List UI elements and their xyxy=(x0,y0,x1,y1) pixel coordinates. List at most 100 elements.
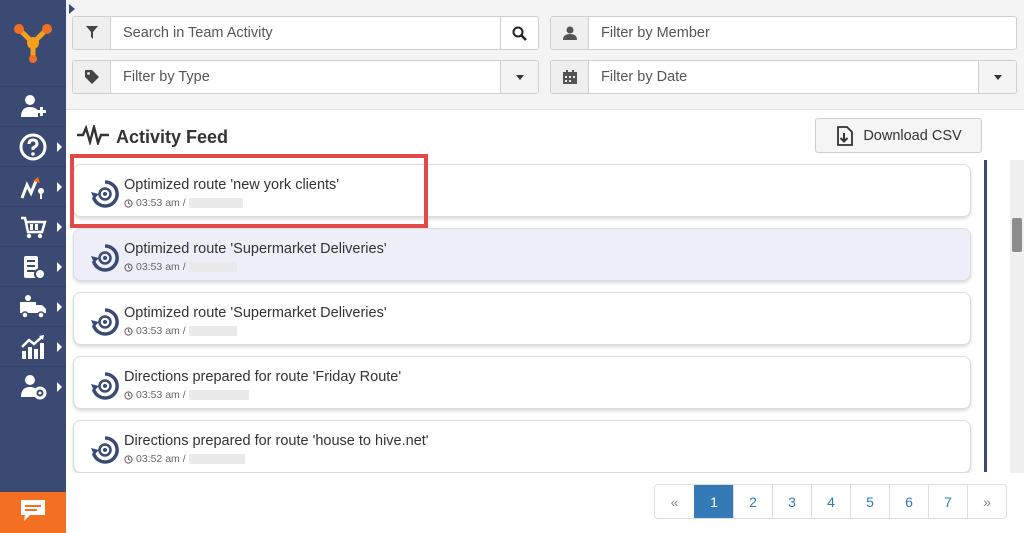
sidebar-item-fleet[interactable] xyxy=(0,286,66,326)
feed-item-meta: 03:53 am / xyxy=(124,325,237,337)
date-dropdown-toggle[interactable] xyxy=(978,61,1016,93)
expand-caret-icon xyxy=(57,342,62,352)
redacted-user xyxy=(188,262,237,272)
sidebar-item-team-settings[interactable] xyxy=(0,366,66,406)
feed-item-title: Directions prepared for route 'Friday Ro… xyxy=(124,369,402,385)
pagination-page[interactable]: 7 xyxy=(928,485,967,518)
pagination: «1 2 3 4 5 6 7» xyxy=(654,484,1007,519)
tag-icon xyxy=(73,61,111,93)
collapse-arrow-icon[interactable] xyxy=(69,4,75,14)
funnel-icon xyxy=(73,17,111,49)
expand-caret-icon xyxy=(57,302,62,312)
calendar-icon xyxy=(551,61,589,93)
fleet-icon xyxy=(18,292,48,322)
member-filter-group: Filter by Member xyxy=(550,16,1017,50)
expand-caret-icon xyxy=(57,382,62,392)
feed-item-title: Optimized route 'Supermarket Deliveries' xyxy=(124,241,387,257)
feed-timeline-line xyxy=(984,160,987,472)
main-content: Search in Team Activity Filter by Member… xyxy=(66,0,1024,533)
chevron-down-icon xyxy=(515,74,524,80)
search-icon xyxy=(512,26,527,41)
optimize-route-icon xyxy=(90,307,120,337)
clock-icon xyxy=(124,326,133,336)
help-icon xyxy=(18,132,48,162)
type-filter-select[interactable]: Filter by Type xyxy=(111,61,500,93)
pagination-page[interactable]: 3 xyxy=(772,485,811,518)
routes-icon xyxy=(18,172,48,202)
feed-item-meta: 03:53 am / xyxy=(124,389,249,401)
sidebar-item-add-user[interactable] xyxy=(0,86,66,126)
feed-item-time: 03:53 am / xyxy=(136,197,186,209)
expand-caret-icon xyxy=(57,262,62,272)
search-input[interactable]: Search in Team Activity xyxy=(111,17,500,49)
search-button[interactable] xyxy=(500,17,538,49)
scrollbar-thumb[interactable] xyxy=(1012,218,1022,252)
logo-icon xyxy=(14,24,52,63)
feed-item-title: Directions prepared for route 'house to … xyxy=(124,433,429,449)
sidebar xyxy=(0,0,66,533)
download-csv-label: Download CSV xyxy=(863,127,962,144)
type-dropdown-toggle[interactable] xyxy=(500,61,538,93)
app-logo[interactable] xyxy=(0,0,66,86)
sidebar-item-cart[interactable] xyxy=(0,206,66,246)
pagination-page[interactable]: 1 xyxy=(694,485,733,518)
pagination-page[interactable]: 4 xyxy=(811,485,850,518)
feed-item[interactable]: Directions prepared for route 'Friday Ro… xyxy=(73,356,971,409)
pagination-page[interactable]: 5 xyxy=(850,485,889,518)
user-icon xyxy=(551,17,589,49)
chat-button[interactable] xyxy=(0,492,66,533)
sidebar-item-analytics[interactable] xyxy=(0,326,66,366)
expand-caret-icon xyxy=(57,182,62,192)
activity-feed-list: Optimized route 'new york clients' 03:53 … xyxy=(66,158,996,473)
feed-item[interactable]: Optimized route 'Supermarket Deliveries'… xyxy=(73,292,971,345)
clock-icon xyxy=(124,198,133,208)
feed-item-title: Optimized route 'Supermarket Deliveries' xyxy=(124,305,387,321)
clock-icon xyxy=(124,390,133,400)
sidebar-item-routes[interactable] xyxy=(0,166,66,206)
optimize-route-icon xyxy=(90,371,120,401)
expand-caret-icon xyxy=(57,142,62,152)
pagination-prev[interactable]: « xyxy=(655,485,694,518)
activity-pulse-icon xyxy=(76,121,110,150)
date-filter-input[interactable]: Filter by Date xyxy=(589,61,978,93)
redacted-user xyxy=(188,390,249,400)
optimize-route-icon xyxy=(90,179,120,209)
date-filter-group: Filter by Date xyxy=(550,60,1017,94)
feed-item-time: 03:52 am / xyxy=(136,453,186,465)
expand-caret-icon xyxy=(57,222,62,232)
redacted-user xyxy=(188,454,245,464)
team-settings-icon xyxy=(18,372,48,402)
download-csv-button[interactable]: Download CSV xyxy=(815,118,982,153)
optimize-route-icon xyxy=(90,435,120,465)
filter-panel: Search in Team Activity Filter by Member… xyxy=(66,0,1024,110)
feed-item-meta: 03:53 am / xyxy=(124,197,243,209)
clock-icon xyxy=(124,262,133,272)
feed-item-meta: 03:53 am / xyxy=(124,261,237,273)
redacted-user xyxy=(188,326,237,336)
feed-item[interactable]: Directions prepared for route 'house to … xyxy=(73,420,971,473)
sidebar-item-help[interactable] xyxy=(0,126,66,166)
page-title: Activity Feed xyxy=(116,126,229,147)
feed-header: Activity Feed xyxy=(76,121,229,152)
pagination-page[interactable]: 2 xyxy=(733,485,772,518)
feed-item-time: 03:53 am / xyxy=(136,261,186,273)
download-file-icon xyxy=(837,125,854,146)
feed-item-meta: 03:52 am / xyxy=(124,453,245,465)
pagination-next[interactable]: » xyxy=(967,485,1006,518)
feed-item[interactable]: Optimized route 'Supermarket Deliveries'… xyxy=(73,228,971,281)
pagination-page[interactable]: 6 xyxy=(889,485,928,518)
feed-item-time: 03:53 am / xyxy=(136,325,186,337)
sidebar-item-address-book[interactable] xyxy=(0,246,66,286)
add-user-icon xyxy=(18,92,48,122)
type-filter-group: Filter by Type xyxy=(72,60,539,94)
analytics-icon xyxy=(18,332,48,362)
member-filter-input[interactable]: Filter by Member xyxy=(589,17,1016,49)
scrollbar[interactable] xyxy=(1010,160,1024,473)
feed-item-time: 03:53 am / xyxy=(136,389,186,401)
address-book-icon xyxy=(18,252,48,282)
clock-icon xyxy=(124,454,133,464)
search-filter-group: Search in Team Activity xyxy=(72,16,539,50)
chevron-down-icon xyxy=(993,74,1002,80)
feed-item[interactable]: Optimized route 'new york clients' 03:53 … xyxy=(73,164,971,217)
chat-icon xyxy=(18,497,48,528)
